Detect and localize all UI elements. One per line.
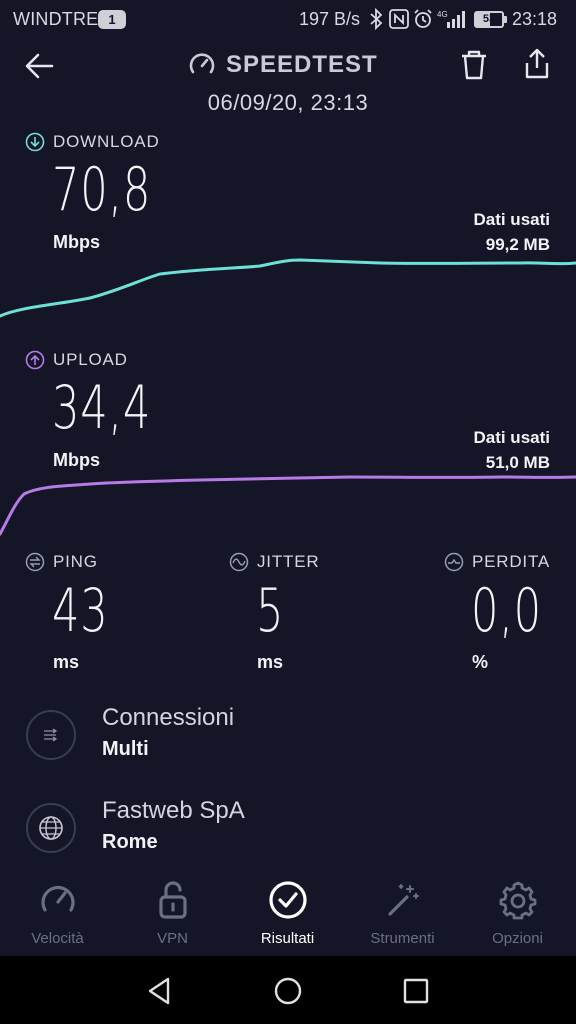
- check-circle-icon: [268, 881, 307, 919]
- globe-icon: [39, 816, 63, 840]
- download-graph: [0, 258, 576, 318]
- download-label: DOWNLOAD: [53, 132, 160, 151]
- magic-wand-icon: [387, 884, 419, 916]
- bluetooth-icon: [370, 8, 383, 30]
- system-navigation-bar: [0, 956, 576, 1024]
- upload-graph-line: [0, 475, 576, 536]
- status-clock: 23:18: [512, 9, 558, 29]
- jitter-header: JITTER: [229, 552, 319, 572]
- download-arrow-icon: [25, 132, 45, 152]
- test-date: 06/09/20, 23:13: [207, 90, 369, 115]
- nav-label-strumenti: Strumenti: [370, 930, 435, 947]
- system-back-icon[interactable]: [143, 974, 177, 1008]
- loss-value: 0,0: [471, 576, 542, 646]
- upload-graph: [0, 475, 576, 536]
- network-speed: 197 B/s: [299, 9, 361, 29]
- download-data-used-label: Dati usati: [473, 210, 550, 229]
- nav-item-velocita[interactable]: Velocità: [0, 878, 115, 947]
- battery-indicator: 53: [474, 11, 507, 28]
- system-recents-icon[interactable]: [399, 974, 433, 1008]
- nav-label-vpn: VPN: [157, 930, 188, 947]
- nav-label-velocita: Velocità: [31, 930, 84, 947]
- download-value: 70,8: [52, 155, 152, 225]
- carrier-name: WINDTRE: [13, 9, 99, 29]
- provider-row: Fastweb SpA Rome: [26, 797, 556, 857]
- upload-data-used-label: Dati usati: [473, 428, 550, 447]
- nfc-icon: [389, 9, 409, 29]
- nav-item-opzioni[interactable]: Opzioni: [460, 878, 575, 947]
- loss-unit: %: [472, 652, 489, 672]
- nav-item-vpn[interactable]: VPN: [115, 878, 230, 947]
- loss-label: PERDITA: [472, 552, 551, 571]
- svg-text:4G: 4G: [437, 10, 448, 19]
- signal-icon: 4G: [437, 10, 465, 28]
- ping-label: PING: [53, 552, 98, 571]
- nav-item-strumenti[interactable]: Strumenti: [345, 878, 460, 947]
- alarm-icon: [414, 9, 432, 28]
- app-header: SPEEDTEST: [0, 40, 576, 90]
- jitter-label: JITTER: [257, 552, 320, 571]
- provider-location: Rome: [102, 831, 158, 853]
- connections-row: Connessioni Multi: [26, 704, 556, 764]
- padlock-icon: [158, 881, 187, 919]
- multi-connection-icon: [44, 728, 58, 742]
- share-icon[interactable]: [521, 46, 553, 82]
- connections-title: Connessioni: [102, 704, 235, 731]
- bottom-navigation: Velocità VPN Risultati Strumenti Opzioni: [0, 868, 576, 956]
- nav-label-risultati: Risultati: [260, 930, 315, 947]
- connections-value: Multi: [102, 738, 149, 760]
- ping-value: 43: [52, 576, 109, 646]
- title-group: SPEEDTEST: [188, 50, 378, 80]
- ping-icon: [25, 552, 45, 572]
- download-graph-line: [0, 258, 576, 318]
- upload-header: UPLOAD: [25, 350, 128, 370]
- provider-icon-wrap: [26, 803, 76, 853]
- gear-icon: [499, 881, 536, 920]
- system-home-icon[interactable]: [271, 974, 305, 1008]
- sim-slot-badge: 1: [98, 10, 126, 29]
- status-bar: WINDTRE 1 197 B/s 4G 53 23:18: [0, 0, 576, 38]
- ping-unit: ms: [53, 652, 80, 672]
- nav-label-opzioni: Opzioni: [492, 930, 543, 947]
- connections-icon-wrap: [26, 710, 76, 760]
- jitter-value: 5: [256, 576, 285, 646]
- jitter-unit: ms: [257, 652, 284, 672]
- loss-header: PERDITA: [444, 552, 550, 572]
- packet-loss-icon: [444, 552, 464, 572]
- download-header: DOWNLOAD: [25, 132, 160, 152]
- provider-title: Fastweb SpA: [102, 797, 245, 824]
- jitter-icon: [229, 552, 249, 572]
- upload-arrow-icon: [25, 350, 45, 370]
- speedtest-logo-icon: [189, 53, 215, 74]
- speedometer-icon: [40, 885, 75, 912]
- upload-label: UPLOAD: [53, 350, 128, 369]
- ping-header: PING: [25, 552, 98, 572]
- delete-icon[interactable]: [458, 48, 490, 82]
- nav-item-risultati[interactable]: Risultati: [230, 878, 345, 947]
- back-arrow-icon[interactable]: [22, 48, 58, 84]
- upload-value: 34,4: [52, 373, 152, 443]
- app-title: SPEEDTEST: [226, 51, 378, 78]
